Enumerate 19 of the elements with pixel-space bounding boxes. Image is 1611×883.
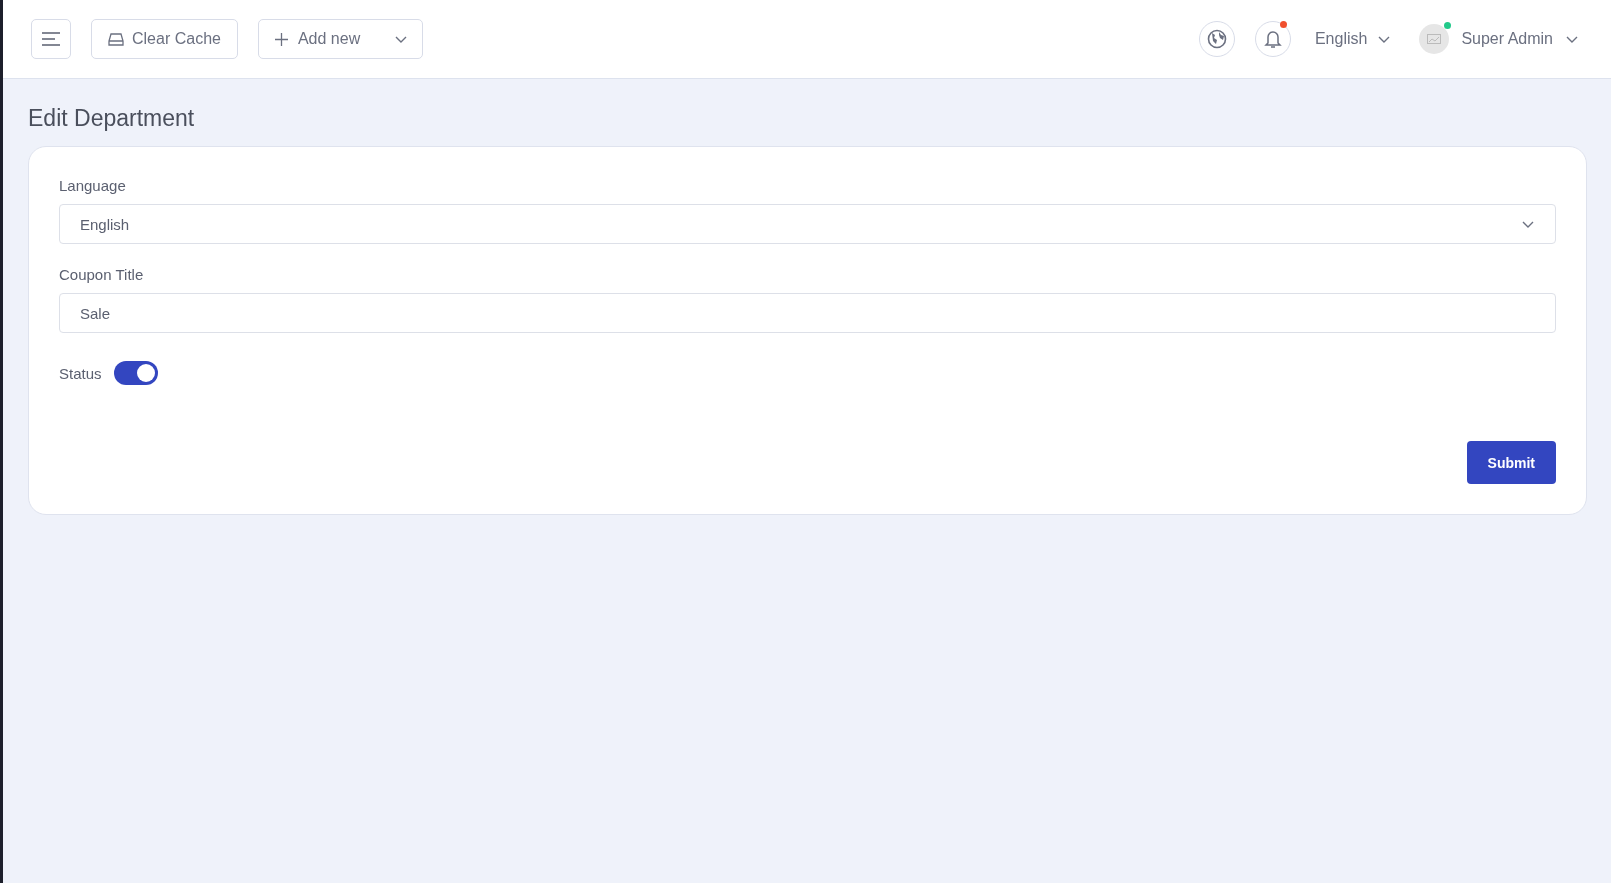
notifications-button[interactable] xyxy=(1254,21,1291,57)
globe-button[interactable] xyxy=(1198,21,1235,57)
globe-icon xyxy=(1206,29,1227,49)
add-new-button[interactable]: Add new xyxy=(257,19,424,59)
image-icon xyxy=(1427,34,1442,44)
status-toggle[interactable] xyxy=(113,361,158,385)
input-field[interactable]: Sale xyxy=(59,293,1556,333)
page-title: Edit Department xyxy=(28,105,196,132)
menu-button[interactable] xyxy=(31,19,71,59)
drive-icon xyxy=(108,32,124,46)
menu-icon xyxy=(41,32,61,46)
submit-button[interactable]: Submit xyxy=(1466,441,1556,484)
field-label: Status xyxy=(59,364,102,382)
select-field[interactable]: English xyxy=(59,204,1556,244)
field-label: Language xyxy=(59,177,127,194)
bell-icon xyxy=(1263,29,1282,49)
clear-cache-button[interactable]: Clear Cache xyxy=(91,19,238,59)
field-label: Coupon Title xyxy=(59,266,145,283)
plus-icon xyxy=(274,32,288,46)
